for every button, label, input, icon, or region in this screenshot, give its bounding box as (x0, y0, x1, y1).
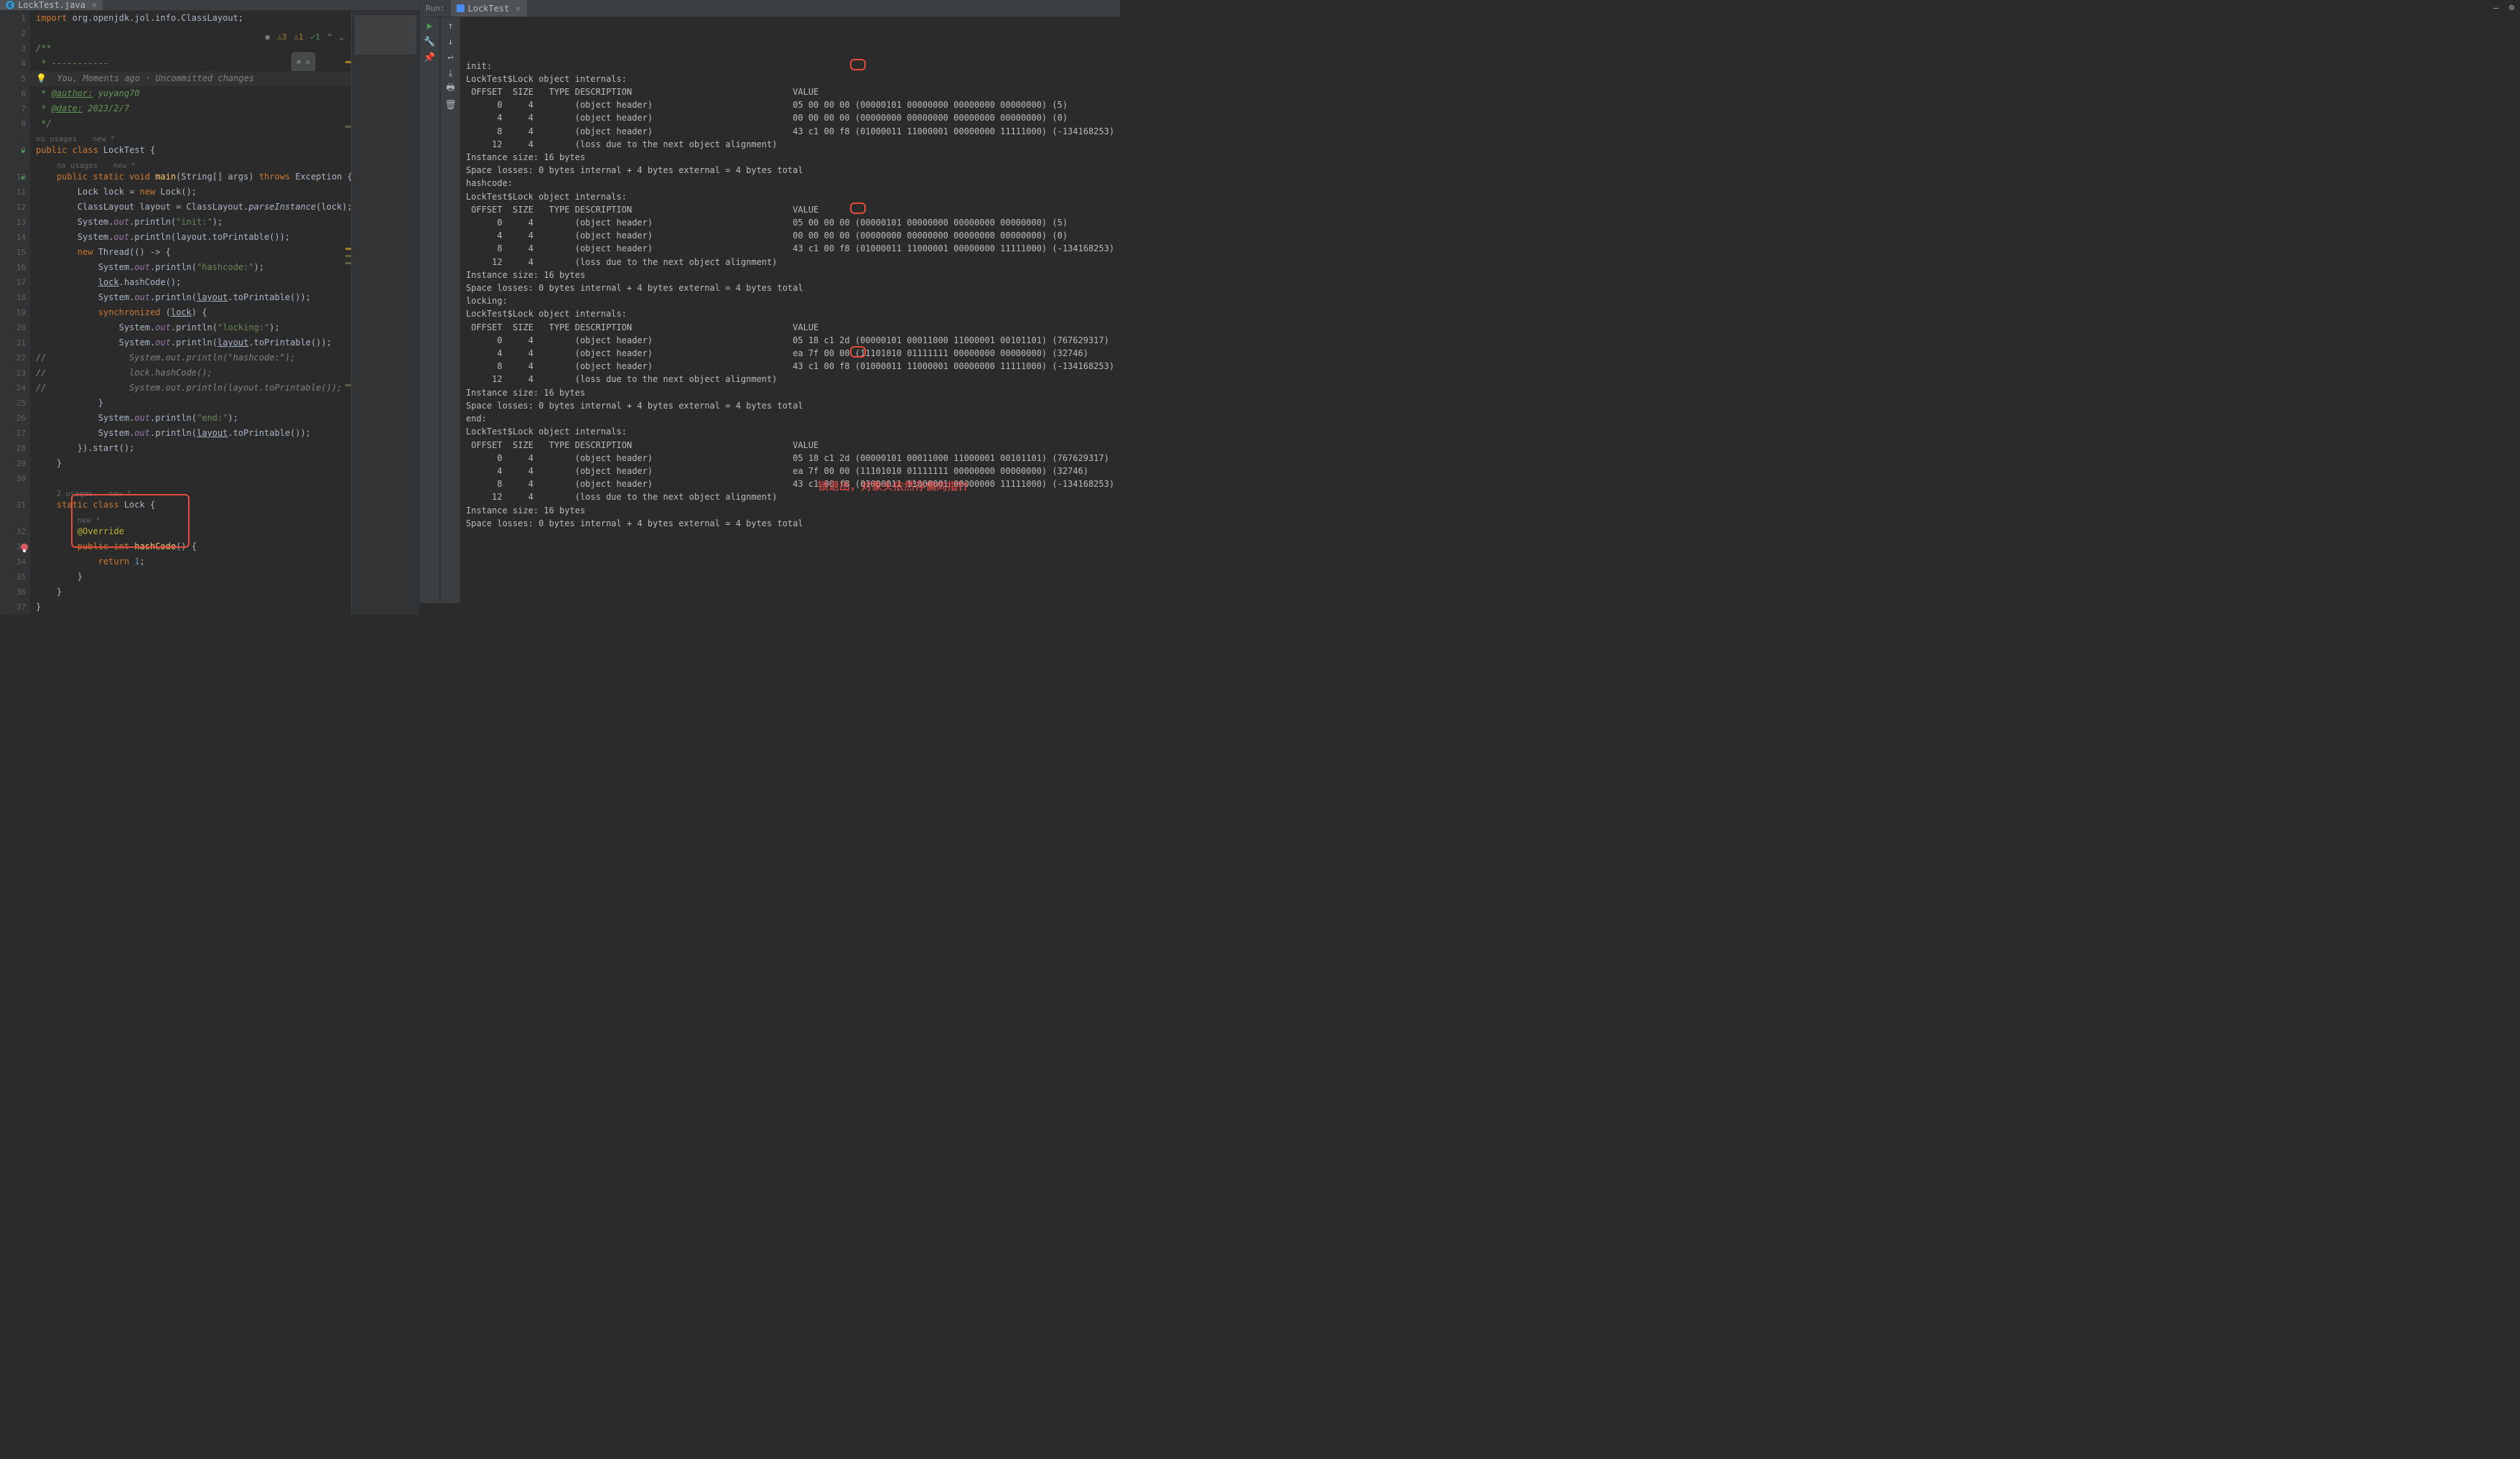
console-line: 12 4 (loss due to the next object alignm… (466, 490, 1114, 503)
console-line: 4 4 (object header) 00 00 00 00 (0000000… (466, 111, 1114, 124)
console-line: Space losses: 0 bytes internal + 4 bytes… (466, 517, 1114, 530)
run-side-toolbar-2: ↑ ↓ ↩ ⤓ 🖶 🗑 (440, 17, 460, 603)
run-tab-label: LockTest (468, 4, 510, 14)
console-line: OFFSET SIZE TYPE DESCRIPTION VALUE (466, 203, 1114, 216)
code-editor[interactable]: ◉ ⚠3 ⚠1 ✓1 ^ ⌄ ⌕ × import org.openjdk.jo… (30, 11, 351, 615)
up-icon[interactable]: ↑ (445, 20, 457, 32)
trash-icon[interactable]: 🗑 (445, 99, 457, 111)
console-line: LockTest$Lock object internals: (466, 307, 1114, 320)
error-stripe[interactable] (344, 11, 351, 615)
console-line: LockTest$Lock object internals: (466, 73, 1114, 85)
console-line: 4 4 (object header) ea 7f 00 00 (1110101… (466, 465, 1114, 477)
run-header: Run: LockTest × ⚙ — (420, 0, 1120, 17)
gear-icon[interactable]: ⚙ (2509, 2, 2514, 12)
console-line: init: (466, 60, 1114, 73)
console-line: 12 4 (loss due to the next object alignm… (466, 256, 1114, 269)
console-line: 0 4 (object header) 05 18 c1 2d (0000010… (466, 334, 1114, 347)
console-line: Space losses: 0 bytes internal + 4 bytes… (466, 164, 1114, 177)
run-console[interactable]: init:LockTest$Lock object internals: OFF… (460, 17, 1120, 603)
console-line: OFFSET SIZE TYPE DESCRIPTION VALUE (466, 439, 1114, 452)
java-class-icon: C (6, 1, 14, 9)
console-line: LockTest$Lock object internals: (466, 190, 1114, 203)
console-line: 4 4 (object header) 00 00 00 00 (0000000… (466, 229, 1114, 242)
console-line: 8 4 (object header) 43 c1 00 f8 (0100001… (466, 477, 1114, 490)
annotation-text: 锁退出，对象头依然存偏向指针 (818, 480, 969, 493)
run-tab[interactable]: LockTest × (451, 0, 527, 17)
run-config-icon (457, 4, 465, 12)
console-line: 0 4 (object header) 05 18 c1 2d (0000010… (466, 452, 1114, 465)
console-line: 4 4 (object header) ea 7f 00 00 (1110101… (466, 347, 1114, 360)
console-line: end: (466, 412, 1114, 425)
print-icon[interactable]: 🖶 (445, 83, 457, 95)
console-line: Instance size: 16 bytes (466, 151, 1114, 164)
console-line: OFFSET SIZE TYPE DESCRIPTION VALUE (466, 85, 1114, 98)
run-gutter-icon[interactable]: ▶ (22, 171, 25, 186)
console-line: 8 4 (object header) 43 c1 00 f8 (0100001… (466, 242, 1114, 255)
console-line: hashcode: (466, 177, 1114, 190)
console-line: 12 4 (loss due to the next object alignm… (466, 138, 1114, 151)
run-side-toolbar: ▶ 🔧 📌 (420, 17, 440, 603)
console-line: locking: (466, 294, 1114, 307)
wrench-icon[interactable]: 🔧 (424, 36, 436, 47)
pin-icon[interactable]: 📌 (424, 52, 436, 63)
line-number-gutter: 12345678 9▶ 10▶ 111213141516171819202122… (0, 11, 30, 615)
editor-tab-bar: C LockTest.java × (0, 0, 419, 11)
console-line: Space losses: 0 bytes internal + 4 bytes… (466, 399, 1114, 412)
close-icon[interactable]: × (92, 0, 97, 10)
console-line: LockTest$Lock object internals: (466, 425, 1114, 438)
console-line: 12 4 (loss due to the next object alignm… (466, 373, 1114, 386)
console-line: 8 4 (object header) 43 c1 00 f8 (0100001… (466, 360, 1114, 373)
console-line: 0 4 (object header) 05 00 00 00 (0000010… (466, 98, 1114, 111)
scroll-end-icon[interactable]: ⤓ (445, 67, 457, 79)
author-hint: You, Moments ago · Uncommitted changes (57, 73, 254, 83)
close-run-tab-icon[interactable]: × (515, 4, 521, 14)
console-line: Instance size: 16 bytes (466, 504, 1114, 517)
console-line: Space losses: 0 bytes internal + 4 bytes… (466, 281, 1114, 294)
console-line: 8 4 (object header) 43 c1 00 f8 (0100001… (466, 125, 1114, 138)
run-gutter-icon[interactable]: ▶ (22, 144, 25, 159)
breakpoint-icon[interactable]: ● (21, 544, 28, 551)
soft-wrap-icon[interactable]: ↩ (445, 52, 457, 63)
run-label: Run: (426, 4, 445, 13)
rerun-icon[interactable]: ▶ (424, 20, 436, 32)
console-line: OFFSET SIZE TYPE DESCRIPTION VALUE (466, 321, 1114, 334)
console-line: Instance size: 16 bytes (466, 386, 1114, 399)
console-line: Instance size: 16 bytes (466, 269, 1114, 281)
hide-icon[interactable]: — (2493, 3, 2498, 13)
editor-tab-locktest[interactable]: C LockTest.java × (0, 0, 103, 10)
console-line: 0 4 (object header) 05 00 00 00 (0000010… (466, 216, 1114, 229)
code-minimap[interactable] (351, 11, 419, 615)
tab-label: LockTest.java (18, 0, 85, 10)
down-icon[interactable]: ↓ (445, 36, 457, 47)
